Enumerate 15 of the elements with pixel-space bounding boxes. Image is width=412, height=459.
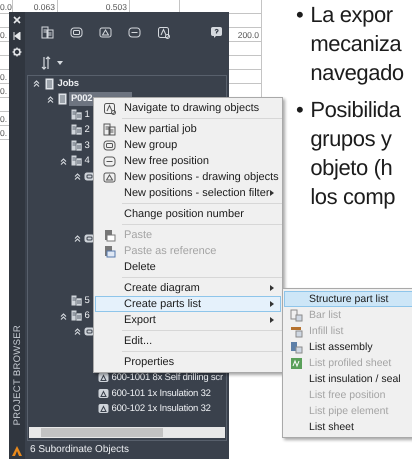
status-text: 6 Subordinate Objects	[29, 443, 130, 455]
table-cell: 0.	[0, 128, 8, 138]
table-cell: 0.	[0, 86, 8, 96]
table-cell: 200.0	[238, 30, 259, 40]
table-cell: 0.	[0, 72, 8, 82]
bullet-mark: •	[296, 96, 304, 124]
panel-title: PROJECT BROWSER	[12, 324, 22, 425]
bullet-text: La expor mecaniza navegado	[310, 1, 404, 87]
bullet-mark: •	[296, 1, 304, 29]
table-cell: 0.0	[0, 2, 12, 12]
table-cell: 0.063	[34, 2, 55, 12]
bullet-text: Posibilida grupos y objeto (h los comp	[310, 96, 400, 211]
table-cell: 0.503	[106, 2, 127, 12]
table-cell: 0.	[0, 30, 8, 40]
table-cell: 0.	[0, 114, 8, 124]
